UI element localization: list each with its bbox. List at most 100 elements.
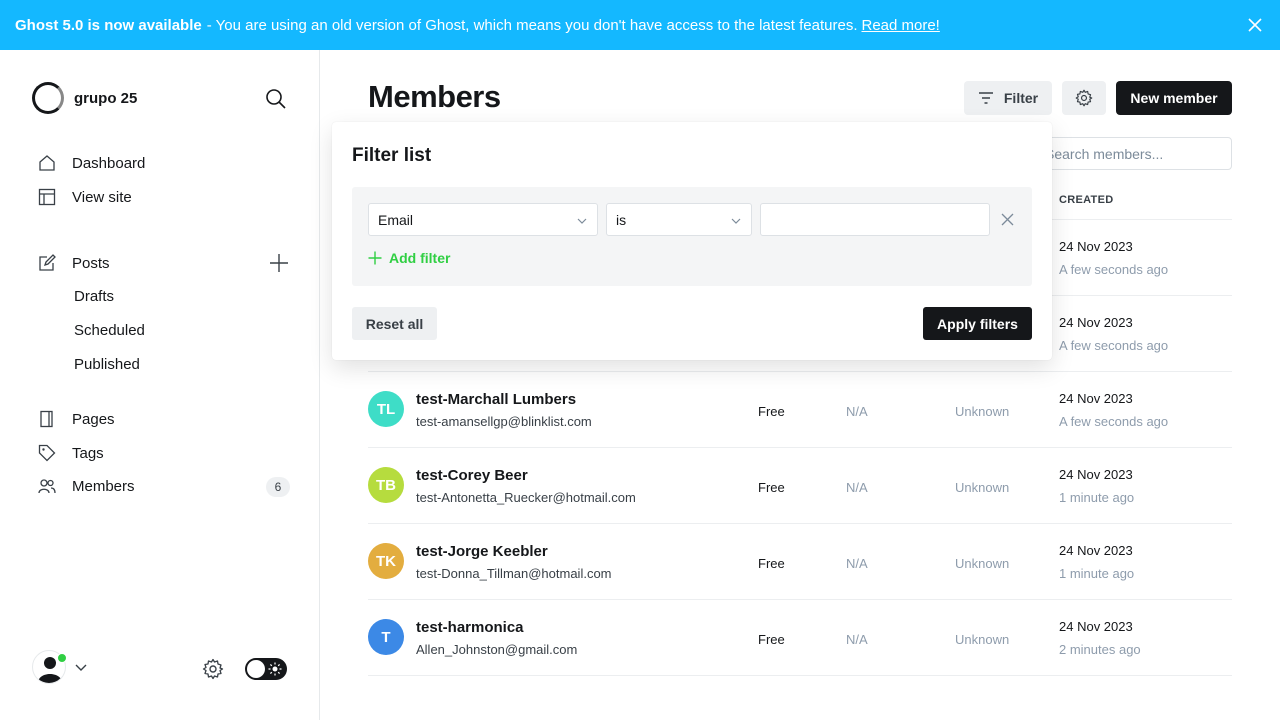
home-icon	[39, 155, 55, 171]
member-email: test-Antonetta_Ruecker@hotmail.com	[416, 490, 636, 505]
member-status: Free	[758, 556, 785, 571]
new-member-button[interactable]: New member	[1116, 81, 1232, 115]
filter-popover-title: Filter list	[352, 145, 432, 166]
filter-field-value: Email	[378, 211, 414, 228]
table-row[interactable]: T test-harmonica Allen_Johnston@gmail.co…	[368, 600, 1232, 676]
close-icon[interactable]	[1001, 213, 1014, 226]
member-open-rate: N/A	[846, 480, 868, 495]
member-status: Free	[758, 480, 785, 495]
table-row[interactable]: TB test-Corey Beer test-Antonetta_Ruecke…	[368, 448, 1232, 524]
member-open-rate: N/A	[846, 404, 868, 419]
members-count-badge: 6	[266, 477, 290, 497]
nav-label: Pages	[72, 410, 115, 428]
banner-read-more-link[interactable]: Read more!	[861, 17, 939, 34]
filter-popover: Filter list Email is Add filter Reset al…	[332, 122, 1052, 360]
update-banner: Ghost 5.0 is now available - You are usi…	[0, 0, 1280, 50]
member-avatar: TK	[368, 543, 404, 579]
nav-label: Dashboard	[72, 154, 146, 172]
table-row[interactable]: TK test-Jorge Keebler test-Donna_Tillman…	[368, 524, 1232, 600]
page-title: Members	[368, 79, 501, 114]
created-ago: A few seconds ago	[1059, 414, 1169, 429]
toggle-knob	[247, 660, 265, 678]
add-filter-label: Add filter	[389, 250, 451, 266]
nav-item-members[interactable]: Members	[38, 477, 135, 495]
table-row[interactable]: TL test-Marchall Lumbers test-amansellgp…	[368, 372, 1232, 448]
nav-label: View site	[72, 188, 132, 206]
edit-icon	[39, 254, 56, 271]
filter-operator-select[interactable]: is	[606, 203, 752, 236]
created-ago: 2 minutes ago	[1059, 642, 1141, 657]
nav-item-published[interactable]: Published	[74, 356, 140, 373]
layout-icon	[38, 188, 56, 206]
gear-icon	[1075, 89, 1093, 107]
nav-item-view-site[interactable]: View site	[38, 188, 132, 206]
member-open-rate: N/A	[846, 632, 868, 647]
sun-icon	[268, 662, 282, 676]
tag-icon	[38, 444, 56, 462]
filter-rules: Email is Add filter	[352, 187, 1032, 286]
member-avatar: TB	[368, 467, 404, 503]
site-name: grupo 25	[74, 89, 138, 107]
pages-icon	[40, 410, 53, 428]
member-location: Unknown	[955, 632, 1010, 647]
online-status-dot	[57, 653, 67, 663]
created-date: 24 Nov 2023	[1059, 543, 1133, 558]
nav-label: Tags	[72, 444, 104, 462]
created-ago: A few seconds ago	[1059, 338, 1169, 353]
member-open-rate: N/A	[846, 556, 868, 571]
created-date: 24 Nov 2023	[1059, 619, 1133, 634]
member-location: Unknown	[955, 404, 1010, 419]
nav-label: Members	[72, 477, 135, 495]
settings-gear-icon[interactable]	[202, 658, 224, 680]
nav-label: Posts	[72, 254, 110, 272]
member-email: Allen_Johnston@gmail.com	[416, 642, 578, 657]
add-post-icon[interactable]	[269, 253, 289, 273]
filter-field-select[interactable]: Email	[368, 203, 598, 236]
filter-button-label: Filter	[1003, 90, 1039, 106]
member-status: Free	[758, 404, 785, 419]
apply-filters-button[interactable]: Apply filters	[923, 307, 1032, 340]
created-ago: A few seconds ago	[1059, 262, 1169, 277]
chevron-down-icon	[75, 664, 87, 671]
close-icon[interactable]	[1247, 17, 1263, 33]
member-status: Free	[758, 632, 785, 647]
created-date: 24 Nov 2023	[1059, 391, 1133, 406]
add-filter-button[interactable]: Add filter	[368, 250, 450, 266]
nav-item-scheduled[interactable]: Scheduled	[74, 322, 145, 339]
nav-item-pages[interactable]: Pages	[38, 410, 115, 428]
dark-mode-toggle[interactable]	[245, 658, 287, 680]
member-name: test-harmonica	[416, 619, 524, 636]
created-ago: 1 minute ago	[1059, 566, 1135, 581]
member-email: test-Donna_Tillman@hotmail.com	[416, 566, 612, 581]
member-avatar: TL	[368, 391, 404, 427]
banner-message: - You are using an old version of Ghost,…	[206, 16, 858, 34]
filter-button[interactable]: Filter	[964, 81, 1052, 115]
column-header-created: CREATED	[1059, 194, 1114, 206]
created-date: 24 Nov 2023	[1059, 315, 1133, 330]
sidebar: grupo 25 Dashboard View site Posts Draft…	[0, 50, 320, 720]
member-avatar: T	[368, 619, 404, 655]
member-name: test-Corey Beer	[416, 467, 528, 484]
member-location: Unknown	[955, 556, 1010, 571]
reset-all-button[interactable]: Reset all	[352, 307, 437, 340]
nav-item-tags[interactable]: Tags	[38, 444, 104, 462]
member-name: test-Marchall Lumbers	[416, 391, 577, 408]
member-name: test-Jorge Keebler	[416, 543, 548, 560]
site-logo	[32, 82, 64, 114]
created-ago: 1 minute ago	[1059, 490, 1135, 505]
site-brand[interactable]: grupo 25	[32, 82, 137, 114]
members-settings-button[interactable]	[1062, 81, 1106, 115]
filter-operator-value: is	[616, 211, 627, 228]
nav-item-dashboard[interactable]: Dashboard	[38, 154, 145, 172]
search-icon[interactable]	[265, 88, 287, 110]
nav-item-drafts[interactable]: Drafts	[74, 288, 114, 305]
created-date: 24 Nov 2023	[1059, 467, 1133, 482]
chevron-down-icon	[577, 218, 587, 224]
filter-value-input[interactable]	[760, 203, 990, 236]
created-date: 24 Nov 2023	[1059, 239, 1133, 254]
nav-item-posts[interactable]: Posts	[38, 254, 110, 272]
member-email: test-amansellgp@blinklist.com	[416, 414, 592, 429]
members-icon	[38, 479, 56, 494]
filter-icon	[978, 92, 993, 104]
search-members-input[interactable]	[1030, 137, 1232, 170]
